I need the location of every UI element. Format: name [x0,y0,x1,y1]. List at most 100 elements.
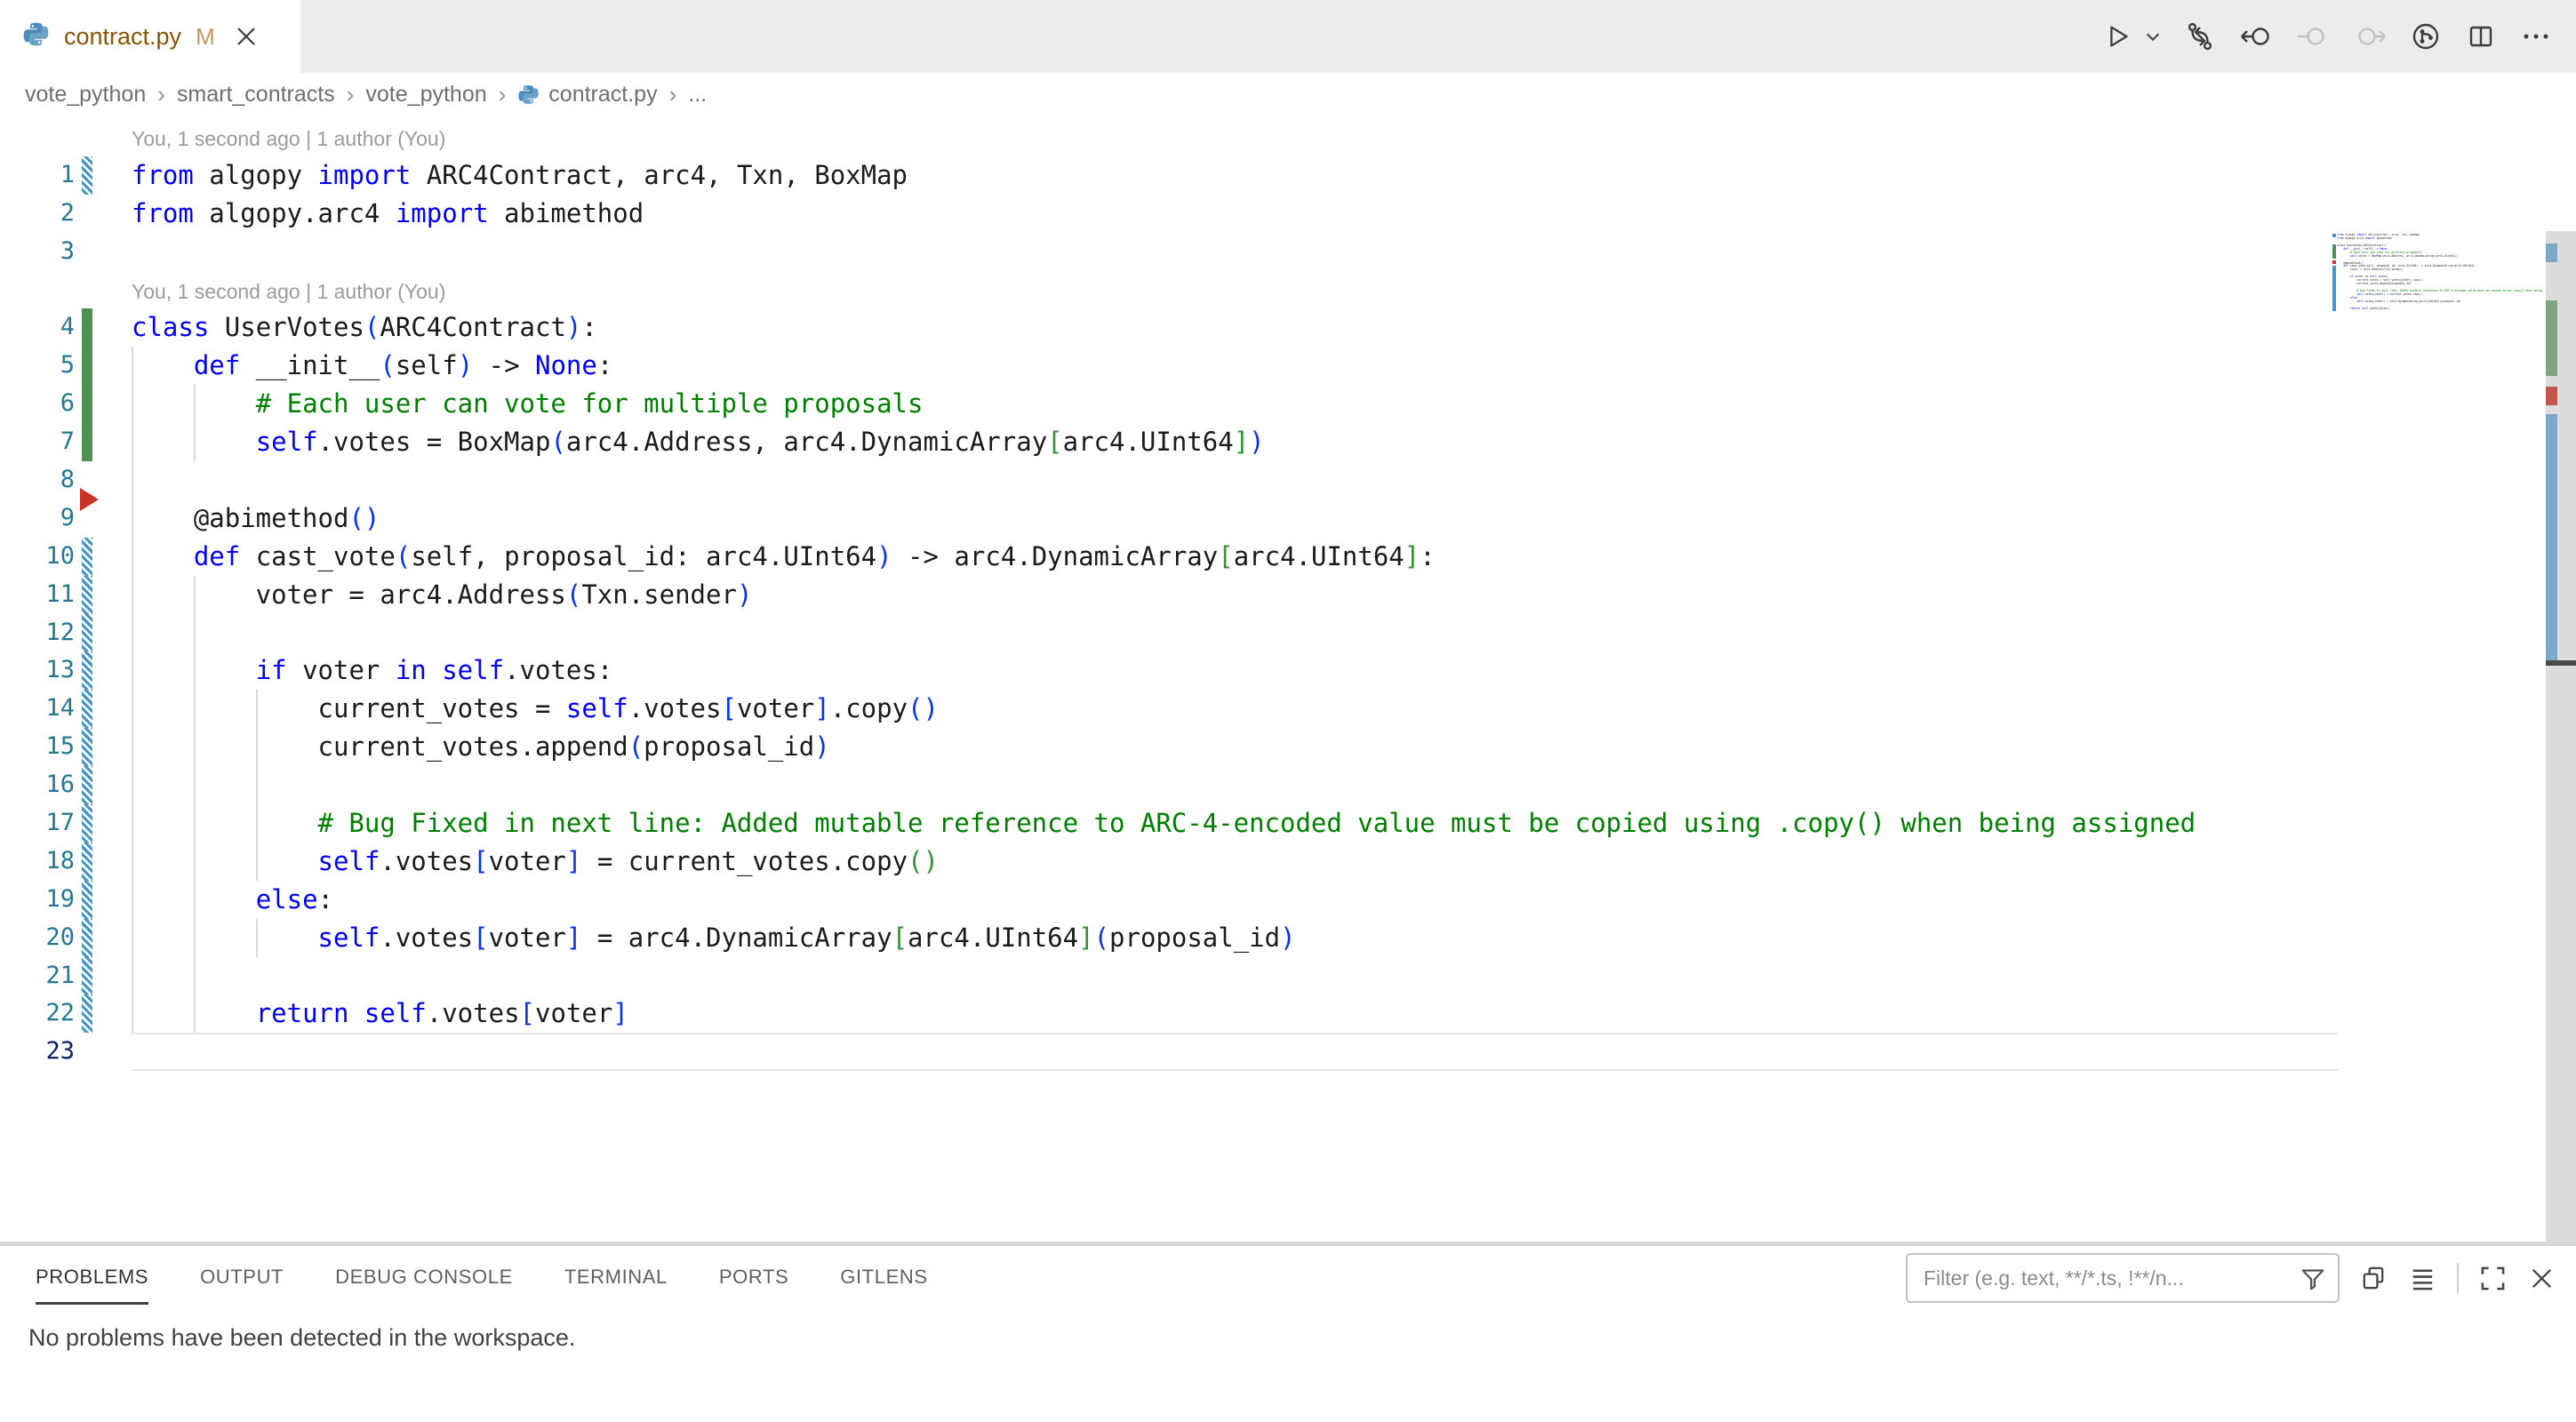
line-number[interactable]: 9 [0,499,75,538]
git-gutter-modified-indicator[interactable] [82,919,92,957]
git-gutter-added-indicator[interactable] [82,347,92,385]
line-number[interactable]: 7 [0,423,75,461]
line-number[interactable]: 10 [0,538,75,576]
code-line[interactable]: 15 current_votes.append(proposal_id) [0,728,2576,766]
run-python-file-icon[interactable] [2101,20,2133,52]
git-gutter-modified-indicator[interactable] [82,995,92,1033]
git-gutter-added-indicator[interactable] [82,308,92,347]
code-line[interactable]: 21 [0,957,2576,995]
line-number[interactable]: 18 [0,843,75,881]
breadcrumb-item[interactable]: ... [688,82,707,108]
code-line[interactable]: 22 return self.votes[voter] [0,995,2576,1033]
line-number[interactable]: 23 [0,1033,75,1071]
code-line[interactable]: 23 [0,1033,2576,1071]
git-gutter-modified-indicator[interactable] [82,614,92,652]
close-panel-icon[interactable] [2527,1264,2556,1293]
line-number[interactable]: 4 [0,308,75,347]
code-line[interactable]: 16 [0,766,2576,804]
git-gutter-modified-indicator[interactable] [82,881,92,919]
panel-tab-gitlens[interactable]: GITLENS [840,1250,927,1305]
split-editor-icon[interactable] [2464,20,2498,53]
gitlens-blame-annotation[interactable]: You, 1 second ago | 1 author (You) [0,118,2576,156]
code-line[interactable]: 18 self.votes[voter] = current_votes.cop… [0,843,2576,881]
code-line[interactable]: 2from algopy.arc4 import abimethod [0,195,2576,233]
code-line[interactable]: 1from algopy import ARC4Contract, arc4, … [0,156,2576,195]
line-number[interactable]: 16 [0,766,75,804]
go-back-change-icon[interactable] [2238,20,2274,53]
breadcrumb-item[interactable]: contract.py [517,82,657,108]
view-as-table-icon[interactable] [2359,1264,2388,1293]
panel-tab-ports[interactable]: PORTS [719,1250,788,1305]
panel-tab-debug-console[interactable]: DEBUG CONSOLE [335,1250,513,1305]
code-line[interactable]: 9 @abimethod() [0,499,2576,538]
panel-tab-terminal[interactable]: TERMINAL [564,1250,668,1305]
code-line[interactable]: 5 def __init__(self) -> None: [0,347,2576,385]
git-gutter-modified-indicator[interactable] [82,728,92,766]
previous-change-icon[interactable] [2295,20,2331,53]
code-line[interactable]: 12 [0,614,2576,652]
line-number[interactable]: 22 [0,995,75,1033]
next-change-icon[interactable] [2352,20,2388,53]
line-number[interactable]: 5 [0,347,75,385]
git-gutter-modified-indicator[interactable] [82,843,92,881]
code-line[interactable]: 17 # Bug Fixed in next line: Added mutab… [0,804,2576,843]
problems-filter-input[interactable] [1922,1266,2299,1291]
git-gutter-modified-indicator[interactable] [82,690,92,728]
line-number[interactable]: 6 [0,385,75,423]
code-line[interactable]: 20 self.votes[voter] = arc4.DynamicArray… [0,919,2576,957]
git-gutter-modified-indicator[interactable] [82,538,92,576]
git-gutter-modified-indicator[interactable] [82,804,92,843]
line-number[interactable]: 21 [0,957,75,995]
git-gutter-deleted-indicator[interactable] [80,488,99,511]
maximize-panel-icon[interactable] [2478,1264,2508,1293]
code-line[interactable]: 8 [0,461,2576,499]
line-number[interactable]: 1 [0,156,75,195]
code-line[interactable]: 4class UserVotes(ARC4Contract): [0,308,2576,347]
code-editor[interactable]: You, 1 second ago | 1 author (You)1from … [0,116,2576,1242]
code-line[interactable]: 13 if voter in self.votes: [0,651,2576,690]
code-line[interactable]: 7 self.votes = BoxMap(arc4.Address, arc4… [0,423,2576,461]
minimap[interactable]: from algopy import ARC4Contract, arc4, T… [2337,234,2544,318]
code-line[interactable]: 14 current_votes = self.votes[voter].cop… [0,690,2576,728]
more-actions-icon[interactable] [2519,20,2553,53]
line-number[interactable]: 15 [0,728,75,766]
breadcrumb-item[interactable]: vote_python [365,82,486,108]
git-gutter-added-indicator[interactable] [82,385,92,423]
line-number[interactable]: 19 [0,881,75,919]
git-gutter-modified-indicator[interactable] [82,156,92,195]
line-number[interactable]: 2 [0,195,75,233]
git-gutter-modified-indicator[interactable] [82,576,92,614]
code-line[interactable]: 6 # Each user can vote for multiple prop… [0,385,2576,423]
line-number[interactable]: 11 [0,576,75,614]
tab-contract-py[interactable]: contract.py M [0,0,300,73]
run-dropdown-chevron-icon[interactable] [2144,20,2162,52]
compare-changes-icon[interactable] [2183,20,2217,53]
tab-close-icon[interactable] [235,25,258,48]
collapse-all-icon[interactable] [2408,1264,2437,1293]
breadcrumb-item[interactable]: smart_contracts [177,82,335,108]
code-text: current_votes = self.votes[voter].copy() [132,690,939,728]
git-gutter-added-indicator[interactable] [82,423,92,461]
gitlens-blame-annotation[interactable]: You, 1 second ago | 1 author (You) [0,271,2576,309]
line-number[interactable]: 20 [0,919,75,957]
problems-filter-box[interactable] [1906,1253,2340,1303]
line-number[interactable]: 17 [0,804,75,843]
breadcrumb-item[interactable]: vote_python [25,82,146,108]
overview-ruler[interactable] [2546,231,2576,1242]
panel-tab-output[interactable]: OUTPUT [200,1250,284,1305]
line-number[interactable]: 3 [0,233,75,271]
line-number[interactable]: 14 [0,690,75,728]
code-line[interactable]: 10 def cast_vote(self, proposal_id: arc4… [0,538,2576,576]
code-line[interactable]: 3 [0,233,2576,271]
code-line[interactable]: 19 else: [0,881,2576,919]
code-line[interactable]: 11 voter = arc4.Address(Txn.sender) [0,576,2576,614]
panel-tab-problems[interactable]: PROBLEMS [36,1250,148,1305]
line-number[interactable]: 12 [0,614,75,652]
line-number[interactable]: 8 [0,461,75,499]
git-gutter-modified-indicator[interactable] [82,957,92,995]
git-gutter-modified-indicator[interactable] [82,651,92,690]
git-gutter-modified-indicator[interactable] [82,766,92,804]
chevron-right-icon: › [157,81,165,108]
line-number[interactable]: 13 [0,651,75,690]
commit-graph-icon[interactable] [2409,20,2443,53]
